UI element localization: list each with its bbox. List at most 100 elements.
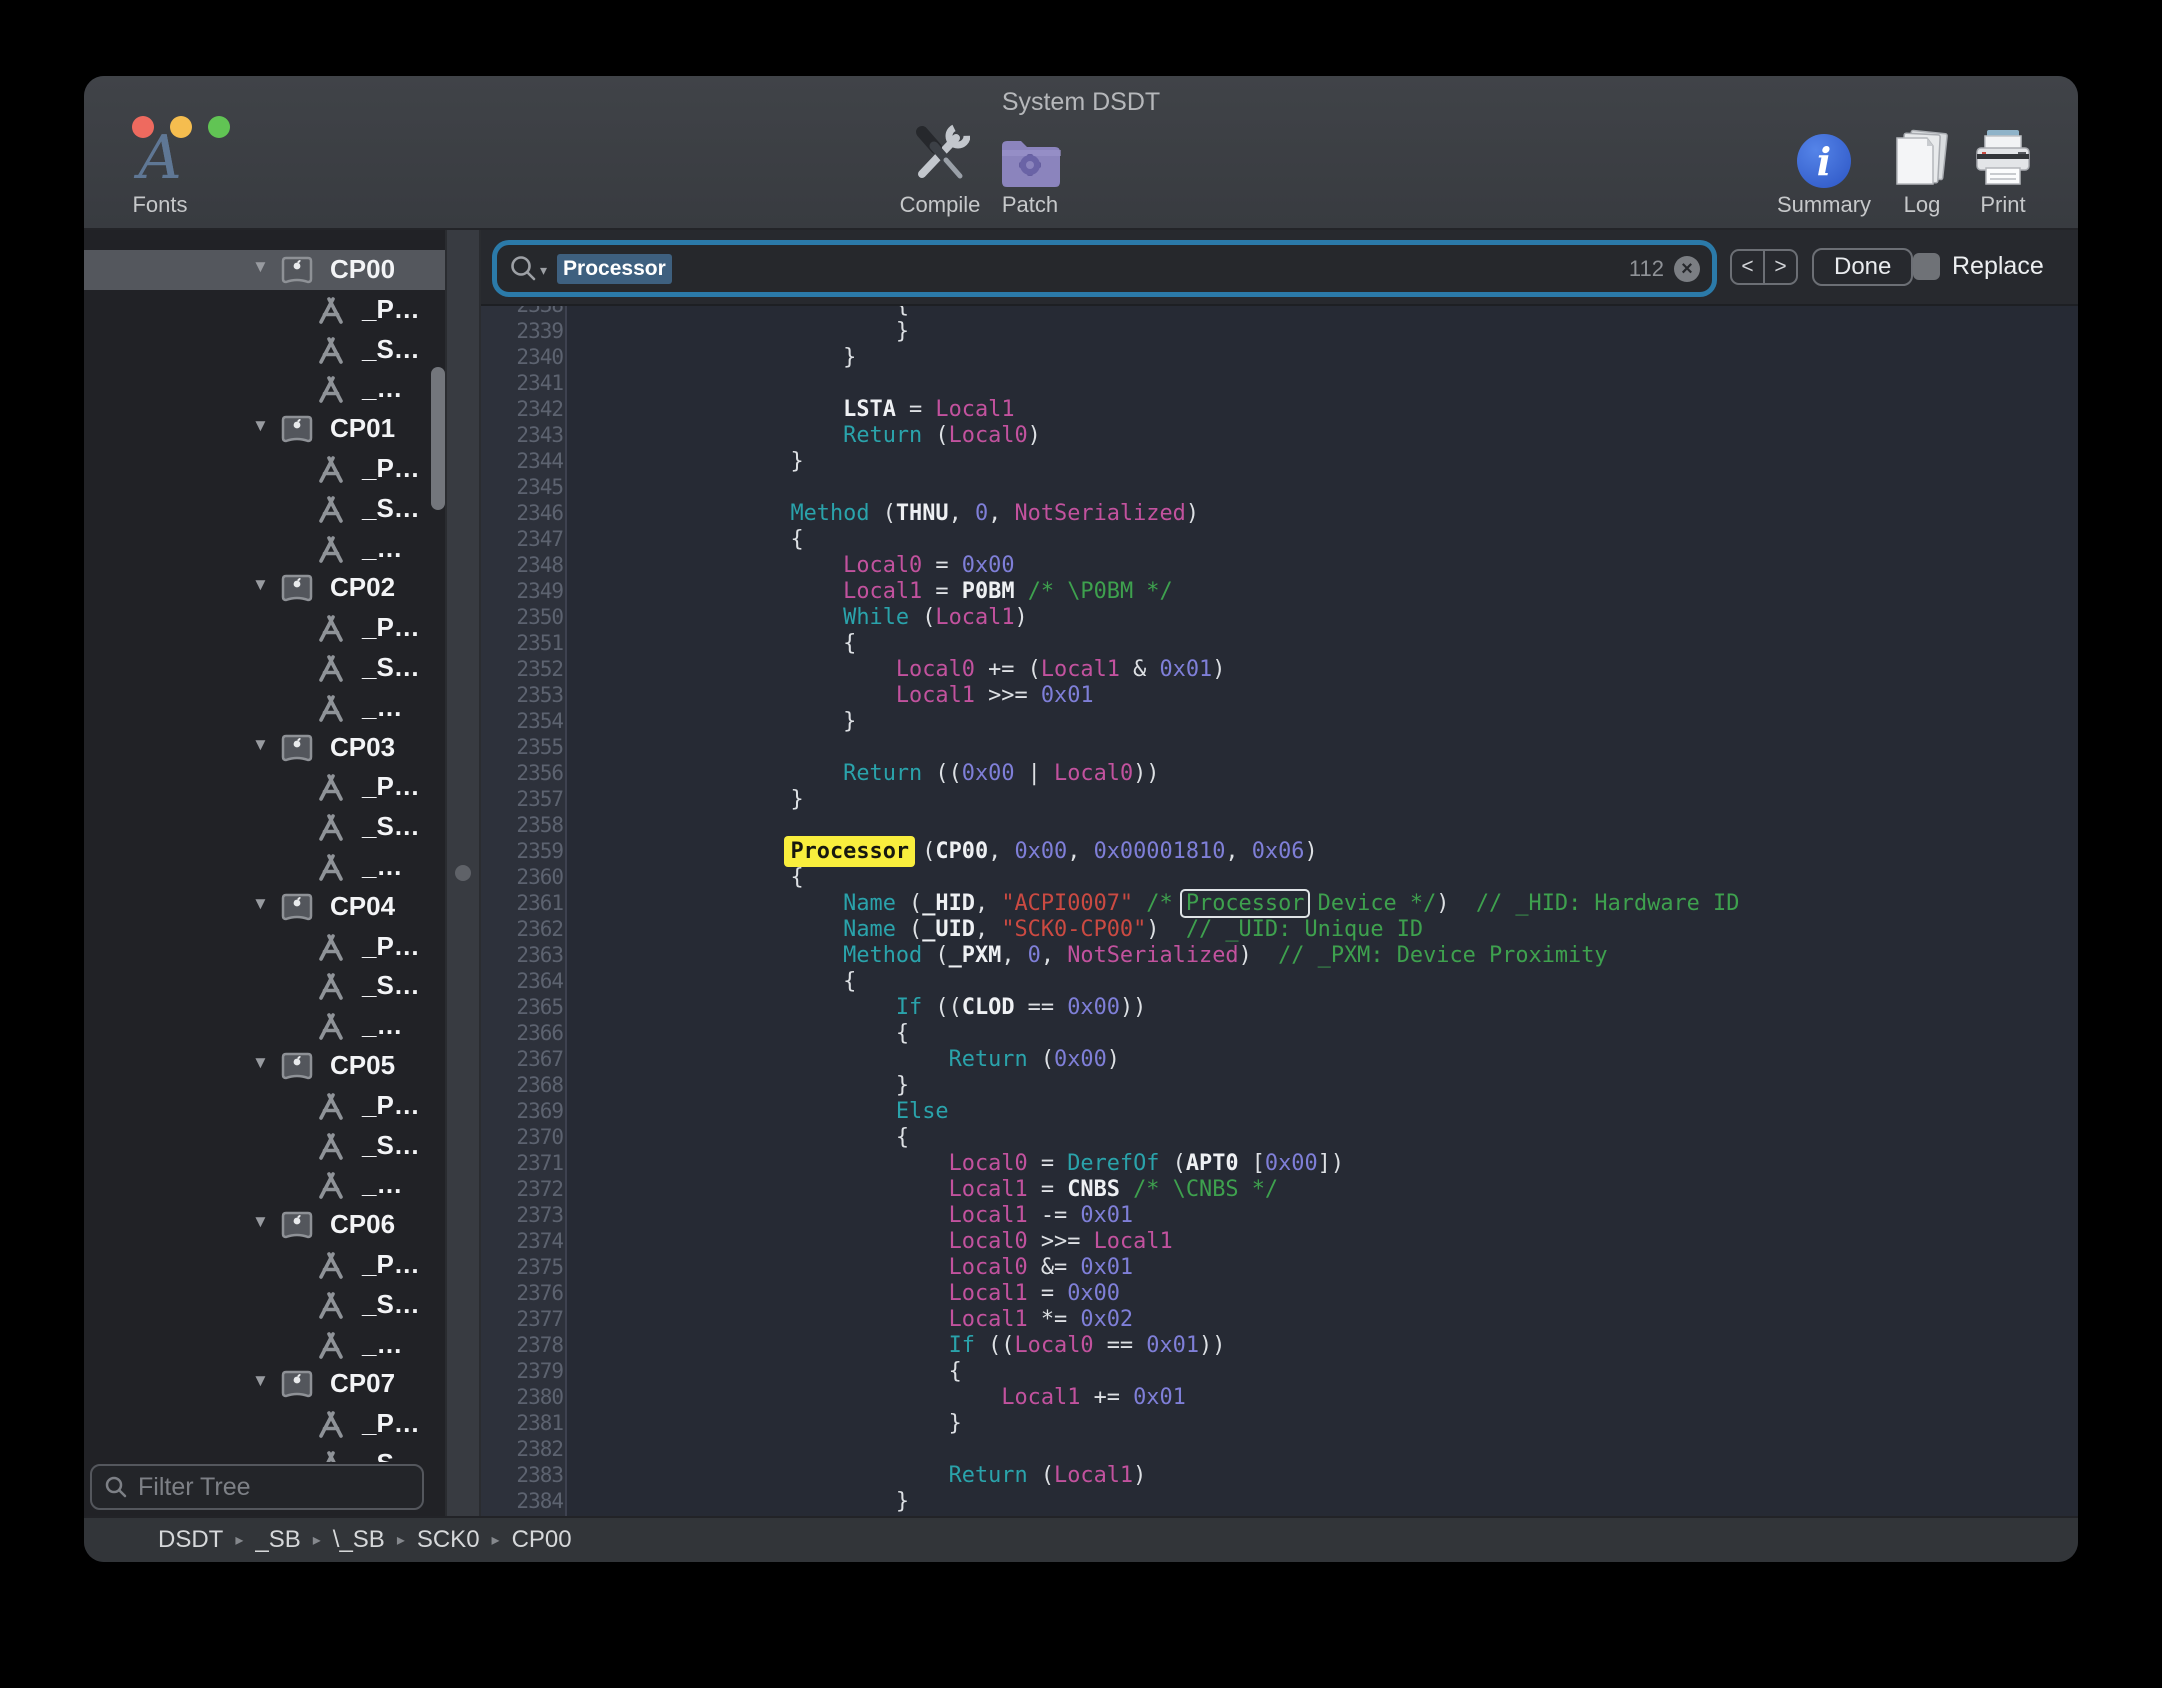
search-match-current: Processor (784, 836, 915, 867)
tree-row-method[interactable]: _P… (84, 1245, 445, 1285)
disclosure-triangle-icon[interactable]: ▼ (252, 257, 269, 277)
tree-row-method[interactable]: _… (84, 688, 445, 728)
tree-row-method[interactable]: _P… (84, 767, 445, 807)
replace-checkbox[interactable] (1913, 253, 1940, 280)
line-number: 2364 (481, 968, 563, 994)
code-line: 2347 { (481, 526, 2078, 552)
done-button[interactable]: Done (1812, 248, 1913, 286)
tree-row-scope[interactable]: ▼CP04 (84, 887, 445, 927)
filter-tree-input[interactable]: Filter Tree (90, 1464, 424, 1510)
tree-row-scope[interactable]: ▼CP02 (84, 568, 445, 608)
code-line: 2369 Else (481, 1098, 2078, 1124)
tree-row-method[interactable]: _P… (84, 449, 445, 489)
method-icon (315, 454, 347, 484)
tree-row-method[interactable]: _… (84, 369, 445, 409)
tree-row-method[interactable]: _… (84, 1325, 445, 1365)
code-line: 2348 Local0 = 0x00 (481, 552, 2078, 578)
disclosure-triangle-icon[interactable]: ▼ (252, 894, 269, 914)
clear-search-icon[interactable]: × (1674, 256, 1700, 282)
code-line: 2351 { (481, 630, 2078, 656)
line-number: 2380 (481, 1384, 563, 1410)
tree-row-method[interactable]: _P… (84, 290, 445, 330)
device-icon (281, 1051, 313, 1081)
sidebar-scrollbar[interactable] (431, 367, 445, 510)
tree-row-method[interactable]: _P… (84, 927, 445, 967)
tree-row-scope[interactable]: ▼ CP01 (84, 409, 445, 449)
line-number: 2350 (481, 604, 563, 630)
tree-row-method[interactable]: _… (84, 529, 445, 569)
disclosure-triangle-icon[interactable]: ▼ (252, 735, 269, 755)
breadcrumb-item[interactable]: SCK0 (417, 1526, 480, 1554)
tree-row-label: CP01 (330, 413, 395, 444)
disclosure-triangle-icon[interactable]: ▼ (252, 1371, 269, 1391)
method-icon (315, 1170, 347, 1200)
method-icon (315, 1409, 347, 1439)
line-number: 2345 (481, 474, 563, 500)
tree-row-label: _… (362, 851, 402, 882)
breadcrumb-item[interactable]: _SB (255, 1526, 300, 1554)
tree-row-method[interactable]: _P… (84, 1086, 445, 1126)
tree-row-method[interactable]: _S… (84, 966, 445, 1006)
line-number: 2358 (481, 812, 563, 838)
tree-row-label: CP06 (330, 1209, 395, 1240)
tree-row-method[interactable]: _P… (84, 1404, 445, 1444)
code-line: 2342 LSTA = Local1 (481, 396, 2078, 422)
breadcrumb-item[interactable]: CP00 (512, 1526, 572, 1554)
breadcrumb-item[interactable]: DSDT (158, 1526, 223, 1554)
tree-row-method[interactable]: _S… (84, 648, 445, 688)
device-icon (281, 733, 313, 763)
previous-match-button[interactable]: < (1732, 251, 1765, 283)
tree-row-scope[interactable]: ▼ CP06 (84, 1205, 445, 1245)
line-number: 2357 (481, 786, 563, 812)
tree-row-label: _… (362, 533, 402, 564)
device-icon (281, 1369, 313, 1399)
code-line: 2357 } (481, 786, 2078, 812)
disclosure-triangle-icon[interactable]: ▼ (252, 416, 269, 436)
toolbar-item-print[interactable]: Print (1928, 116, 2078, 218)
find-nav-segment: < > (1730, 249, 1798, 285)
code-line: 2384 } (481, 1488, 2078, 1514)
tree-row-scope[interactable]: ▼CP05 (84, 1046, 445, 1086)
line-number: 2360 (481, 864, 563, 890)
method-icon (315, 852, 347, 882)
disclosure-triangle-icon[interactable]: ▼ (252, 1053, 269, 1073)
code-lines: 2338 {2339 }2340 }23412342 LSTA = Local1… (481, 306, 2078, 1514)
code-scroll-area[interactable]: 2338 {2339 }2340 }23412342 LSTA = Local1… (481, 306, 2078, 1516)
code-line: 2360 { (481, 864, 2078, 890)
code-line: 2380 Local1 += 0x01 (481, 1384, 2078, 1410)
breadcrumb-item[interactable]: \_SB (333, 1526, 385, 1554)
line-number: 2348 (481, 552, 563, 578)
line-number: 2382 (481, 1436, 563, 1462)
tree-row-scope[interactable]: ▼CP03 (84, 728, 445, 768)
tree-row-method[interactable]: _… (84, 1165, 445, 1205)
splitter[interactable] (445, 230, 481, 1516)
toolbar-item-patch[interactable]: Patch (955, 116, 1105, 218)
tree-row-method[interactable]: _P… (84, 608, 445, 648)
sidebar: ▼CP00_P…_S…_…▼CP01_P…_S…_…▼CP02_P…_S…_…▼… (84, 230, 445, 1516)
tree-row-scope[interactable]: ▼CP07 (84, 1364, 445, 1404)
toolbar-item-fonts[interactable]: A Fonts (85, 116, 235, 218)
tree-row-method[interactable]: _S… (84, 489, 445, 529)
code-line: 2367 Return (0x00) (481, 1046, 2078, 1072)
code-line: 2375 Local0 &= 0x01 (481, 1254, 2078, 1280)
next-match-button[interactable]: > (1765, 251, 1796, 283)
line-number: 2344 (481, 448, 563, 474)
tree-row-method[interactable]: _S… (84, 1285, 445, 1325)
tree-row-scope[interactable]: ▼CP00 (84, 250, 445, 290)
disclosure-triangle-icon[interactable]: ▼ (252, 1212, 269, 1232)
find-input[interactable]: ▾ Processor 112 × (497, 245, 1712, 292)
disclosure-triangle-icon[interactable]: ▼ (252, 575, 269, 595)
line-number: 2377 (481, 1306, 563, 1332)
tree-row-method[interactable]: _S… (84, 1126, 445, 1166)
tree-row-method[interactable]: _S… (84, 807, 445, 847)
code-line: 2355 (481, 734, 2078, 760)
tree-row-method[interactable]: _… (84, 847, 445, 887)
tree-row-method[interactable]: _S… (84, 330, 445, 370)
line-number: 2359 (481, 838, 563, 864)
code-line: 2350 While (Local1) (481, 604, 2078, 630)
search-menu-chevron-icon[interactable]: ▾ (540, 262, 547, 279)
line-number: 2343 (481, 422, 563, 448)
line-number: 2363 (481, 942, 563, 968)
tree-row-label: _S… (362, 811, 420, 842)
tree-row-method[interactable]: _… (84, 1006, 445, 1046)
